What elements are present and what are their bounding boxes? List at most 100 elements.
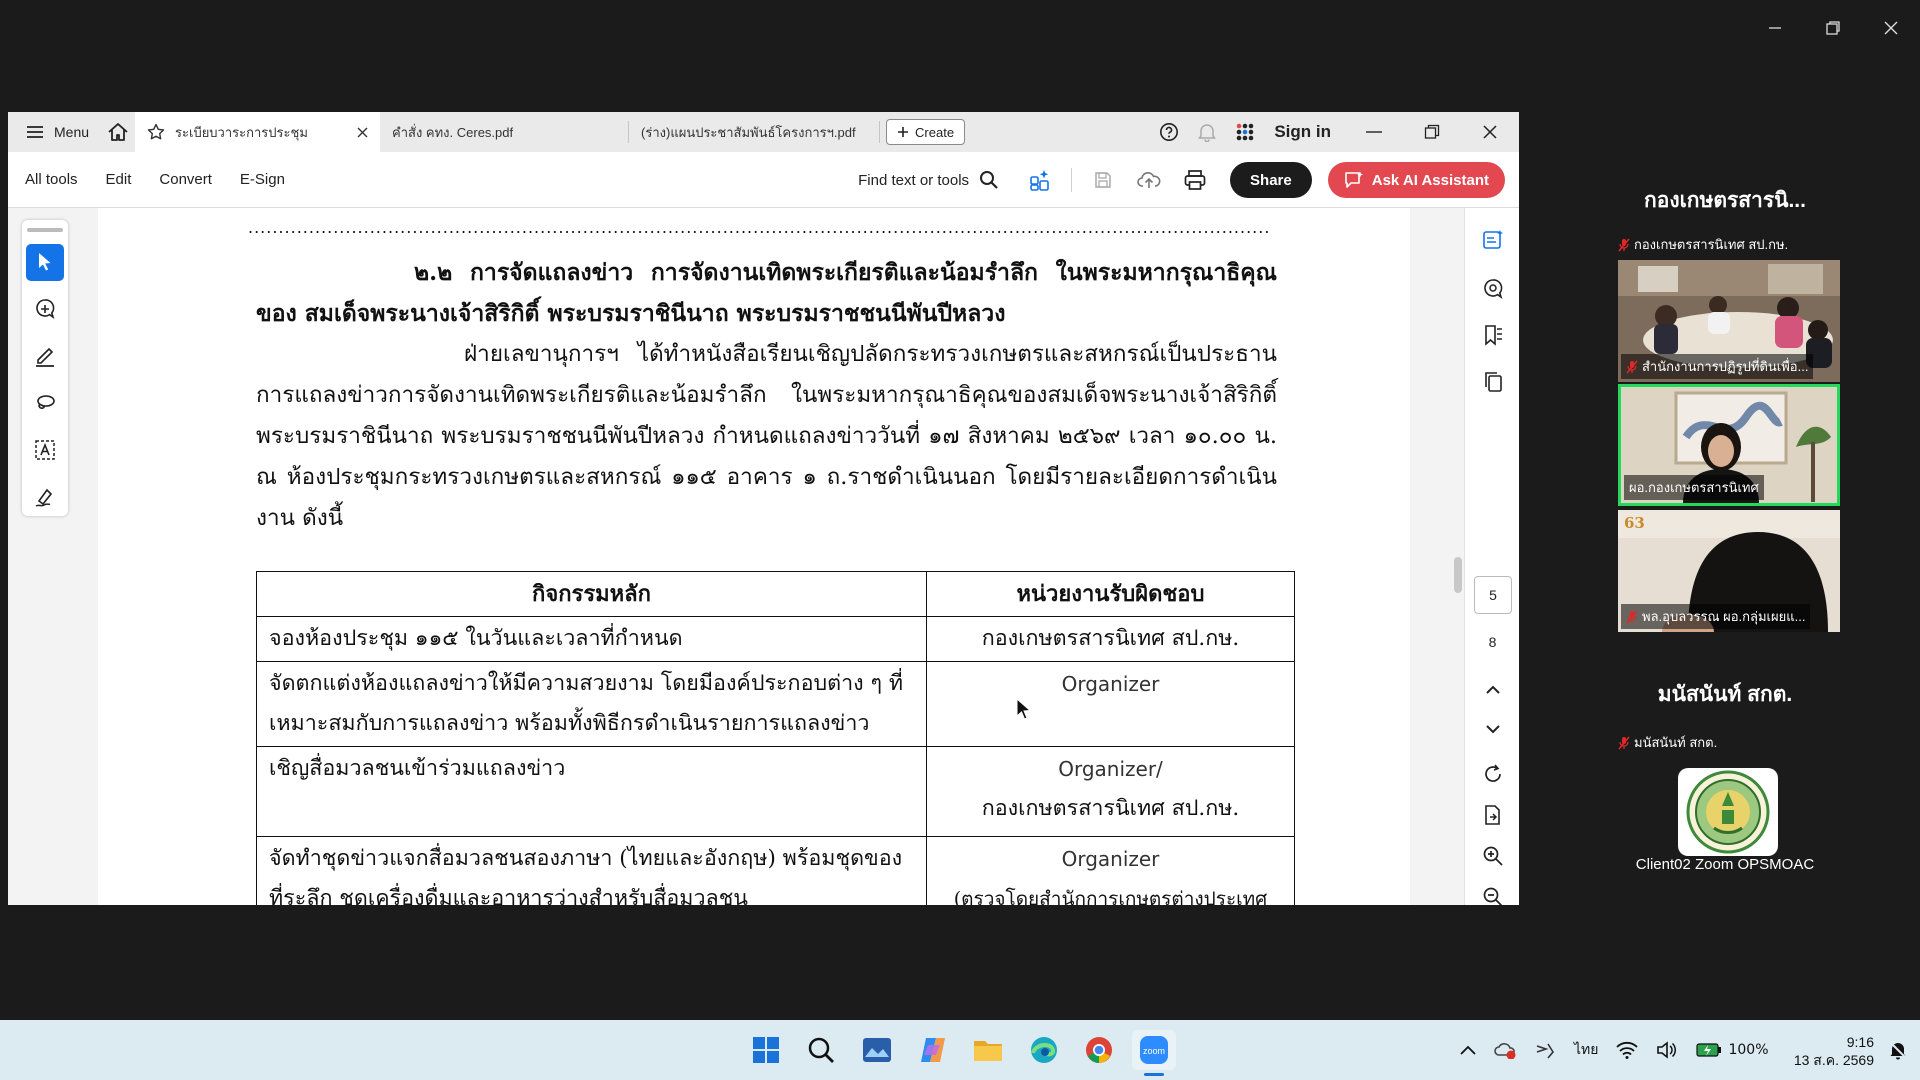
copilot-icon [921,1038,945,1062]
event-banner-text: 63 [1624,514,1645,532]
widgets-icon [863,1038,891,1062]
zoom-out-button[interactable] [1465,879,1519,905]
restore-button[interactable] [1804,0,1862,56]
video-tile-pr-group[interactable]: 63 พล.อุบลวรรณ ผอ.กลุ่มเผยแ... [1618,510,1840,632]
tab-pr-plan[interactable]: (ร่าง)แผนประชาสัมพันธ์โครงการฯ.pdf [629,112,879,152]
video-tile-land-reform[interactable]: สำนักงานการปฏิรูปที่ดินเพื่อ... [1618,260,1840,382]
share-button[interactable]: Share [1230,162,1312,198]
speaker-icon[interactable] [1656,1041,1678,1059]
battery-indicator[interactable]: 100% [1696,1042,1769,1058]
app-minimize-button[interactable] [1345,112,1403,152]
pages-panel-button[interactable] [1465,363,1519,399]
comments-panel-button[interactable] [1465,271,1519,307]
comment-tool[interactable] [26,291,64,328]
video-tile-active-speaker[interactable]: ผอ.กองเกษตรสารนิเทศ [1618,384,1840,506]
menu-button[interactable]: Menu [8,112,101,152]
sign-tool[interactable] [26,479,64,516]
lasso-icon [37,395,55,410]
extract-pages-button[interactable] [1465,797,1519,833]
home-button[interactable] [101,112,135,152]
create-button[interactable]: Create [886,119,966,145]
zoom-in-button[interactable] [1465,838,1519,874]
file-explorer-button[interactable] [968,1030,1008,1070]
comment-plus-icon [36,299,55,320]
clock[interactable]: 9:16 13 ส.ค. 2569 [1794,1033,1874,1069]
bookmarks-panel-button[interactable] [1465,317,1519,353]
ai-assistant-icon [1344,171,1363,188]
search-taskbar-button[interactable] [801,1030,841,1070]
tab-ceres[interactable]: คำสั่ง คทง. Ceres.pdf [380,112,628,152]
minimize-button[interactable] [1746,0,1804,56]
svg-text:zoom: zoom [1143,1046,1165,1056]
widgets-button[interactable] [857,1030,897,1070]
vertical-scrollbar[interactable] [1454,557,1462,593]
comments-icon [1483,279,1502,299]
menu-convert[interactable]: Convert [145,171,226,188]
tab-divider [879,121,881,143]
chrome-button[interactable] [1079,1030,1119,1070]
notification-button[interactable] [1888,1040,1908,1060]
menu-label: Menu [54,124,90,140]
wifi-icon[interactable] [1616,1041,1639,1059]
upload-button[interactable] [1128,160,1170,200]
edge-button[interactable] [1024,1030,1064,1070]
tab-agenda[interactable]: ระเบียบวาระการประชุม [135,112,381,152]
save-button[interactable] [1082,160,1124,200]
close-tab-icon[interactable] [357,127,368,138]
zoom-app-button[interactable]: zoom [1132,1030,1176,1076]
menu-edit[interactable]: Edit [92,171,146,188]
group-title: มนัสนันท์ สกต. [1657,683,1793,706]
start-button[interactable] [746,1030,786,1070]
close-button[interactable] [1862,0,1920,56]
page-total: 8 [1488,634,1497,650]
highlight-tool[interactable] [26,338,64,375]
copilot-button[interactable] [913,1030,953,1070]
activity-cell: จัดทำชุดข่าวแจกสื่อมวลชนสองภาษา (ไทยและอ… [256,836,927,905]
previous-page-button[interactable] [1465,672,1519,708]
activity-cell: จัดตกแต่งห้องแถลงข่าวให้มีความสวยงาม โดย… [256,661,927,747]
table-row: จัดทำชุดข่าวแจกสื่อมวลชนสองภาษา (ไทยและอ… [256,836,1295,905]
menu-esign[interactable]: E-Sign [226,171,299,188]
ai-summary-button[interactable] [1465,222,1519,258]
star-icon[interactable] [147,123,165,141]
toolbar-right: Find text or tools Share Ask AI Assistan… [858,152,1505,208]
sign-in-link[interactable]: Sign in [1264,122,1345,142]
windows-start-icon [753,1037,779,1063]
onedrive-offline-icon[interactable] [1494,1041,1516,1059]
ai-tools-button[interactable] [1019,160,1061,200]
apps-grid-icon [1237,123,1254,141]
find-tools-button[interactable]: Find text or tools [858,170,999,190]
home-icon [108,123,128,141]
apps-button[interactable] [1226,112,1264,152]
ask-ai-assistant-button[interactable]: Ask AI Assistant [1327,162,1505,198]
group-title: กองเกษตรสารนิ... [1644,189,1806,212]
text-select-tool[interactable] [26,432,64,469]
owner-cell: Organizer (ตรวจโดยสำนักการเกษตรต่างประเทศ [926,836,1295,905]
help-button[interactable] [1150,112,1188,152]
select-tool[interactable] [26,243,64,281]
language-indicator[interactable]: ไทย [1574,1039,1598,1061]
page-number-input[interactable]: 5 [1474,576,1512,614]
app-restore-button[interactable] [1403,112,1461,152]
chevron-down-icon [1485,725,1500,734]
pen-icon [36,348,54,368]
notifications-button[interactable] [1188,112,1226,152]
owner-cell: Organizer/กองเกษตรสารนิเทศ สป.กษ. [926,746,1295,837]
title-bar-right: Sign in [1150,112,1519,152]
column-header-activity: กิจกรรมหลัก [256,571,927,617]
rotate-button[interactable] [1465,756,1519,792]
network-location-icon[interactable] [1534,1040,1556,1060]
owner-cell: กองเกษตรสารนิเทศ สป.กษ. [926,616,1295,662]
print-button[interactable] [1174,160,1216,200]
draw-tool[interactable] [26,385,64,422]
time-text: 9:16 [1846,1034,1874,1050]
menu-all-tools[interactable]: All tools [8,171,92,188]
chevron-up-icon[interactable] [1460,1045,1476,1055]
tab-label: ระเบียบวาระการประชุม [175,124,308,140]
app-close-button[interactable] [1461,112,1519,152]
next-page-button[interactable] [1465,711,1519,747]
panel-grip[interactable] [27,228,63,232]
notification-bell-icon [1889,1041,1907,1060]
owner-cell: Organizer [926,661,1295,747]
participant-avatar[interactable] [1678,768,1778,856]
